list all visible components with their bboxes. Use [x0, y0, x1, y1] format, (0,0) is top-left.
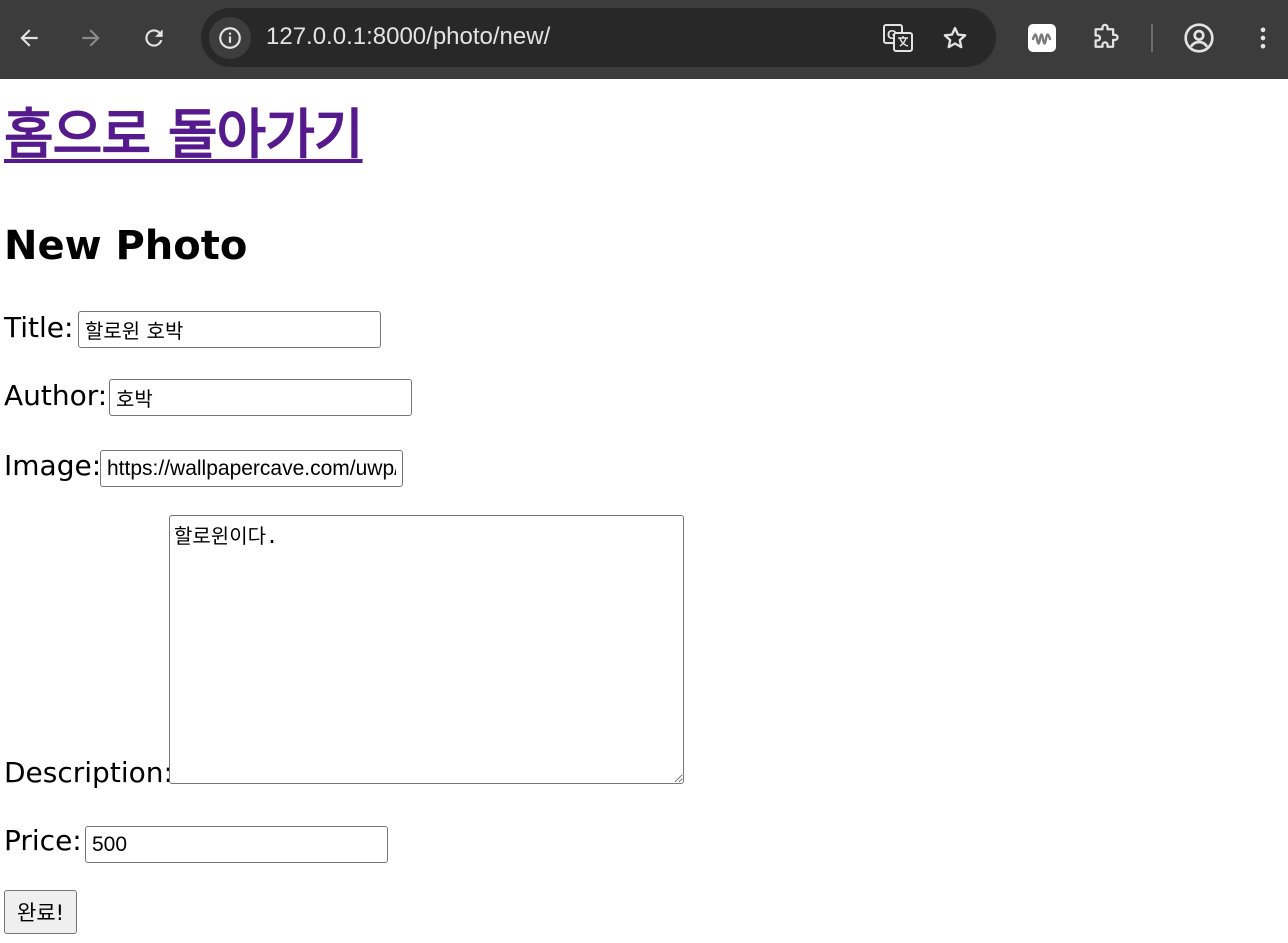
- price-input[interactable]: [85, 826, 388, 863]
- toolbar-divider: [1151, 24, 1153, 52]
- forward-button[interactable]: [71, 18, 111, 58]
- home-link[interactable]: 홈으로 돌아가기: [4, 103, 364, 167]
- address-bar[interactable]: 127.0.0.1:8000/photo/new/ G: [201, 8, 996, 67]
- translate-button[interactable]: G: [882, 22, 914, 54]
- title-label: Title:: [4, 311, 74, 344]
- description-label: Description:: [4, 756, 173, 789]
- wave-app-icon: [1028, 24, 1056, 52]
- bookmark-button[interactable]: [939, 22, 971, 54]
- menu-button[interactable]: [1243, 18, 1283, 58]
- profile-button[interactable]: [1179, 18, 1219, 58]
- url-text[interactable]: 127.0.0.1:8000/photo/new/: [266, 22, 550, 52]
- price-label: Price:: [4, 824, 82, 857]
- arrow-left-icon: [20, 29, 38, 47]
- author-label: Author:: [4, 379, 108, 412]
- image-url-input[interactable]: [100, 450, 403, 487]
- translate-icon: G: [883, 24, 913, 52]
- page-content: 홈으로 돌아가기 New Photo Title: Author: Image:…: [0, 79, 1288, 943]
- site-info-button[interactable]: [209, 17, 251, 59]
- back-button[interactable]: [9, 18, 49, 58]
- extensions-button[interactable]: [1085, 18, 1125, 58]
- info-icon: [219, 27, 241, 49]
- image-label: Image:: [4, 449, 102, 482]
- reload-icon: [145, 29, 163, 47]
- page-title: New Photo: [4, 223, 248, 269]
- arrow-right-icon: [82, 29, 100, 47]
- browser-toolbar: 127.0.0.1:8000/photo/new/ G: [0, 0, 1288, 79]
- reload-button[interactable]: [134, 18, 174, 58]
- star-icon: [943, 26, 967, 49]
- submit-button[interactable]: 완료!: [4, 890, 78, 934]
- profile-icon: [1184, 23, 1214, 53]
- author-input[interactable]: [109, 379, 412, 416]
- extension-app-button[interactable]: [1022, 18, 1062, 58]
- description-textarea[interactable]: 할로윈이다.: [169, 515, 684, 784]
- title-input[interactable]: [78, 311, 381, 348]
- kebab-menu-icon: [1260, 27, 1266, 49]
- puzzle-icon: [1094, 23, 1119, 48]
